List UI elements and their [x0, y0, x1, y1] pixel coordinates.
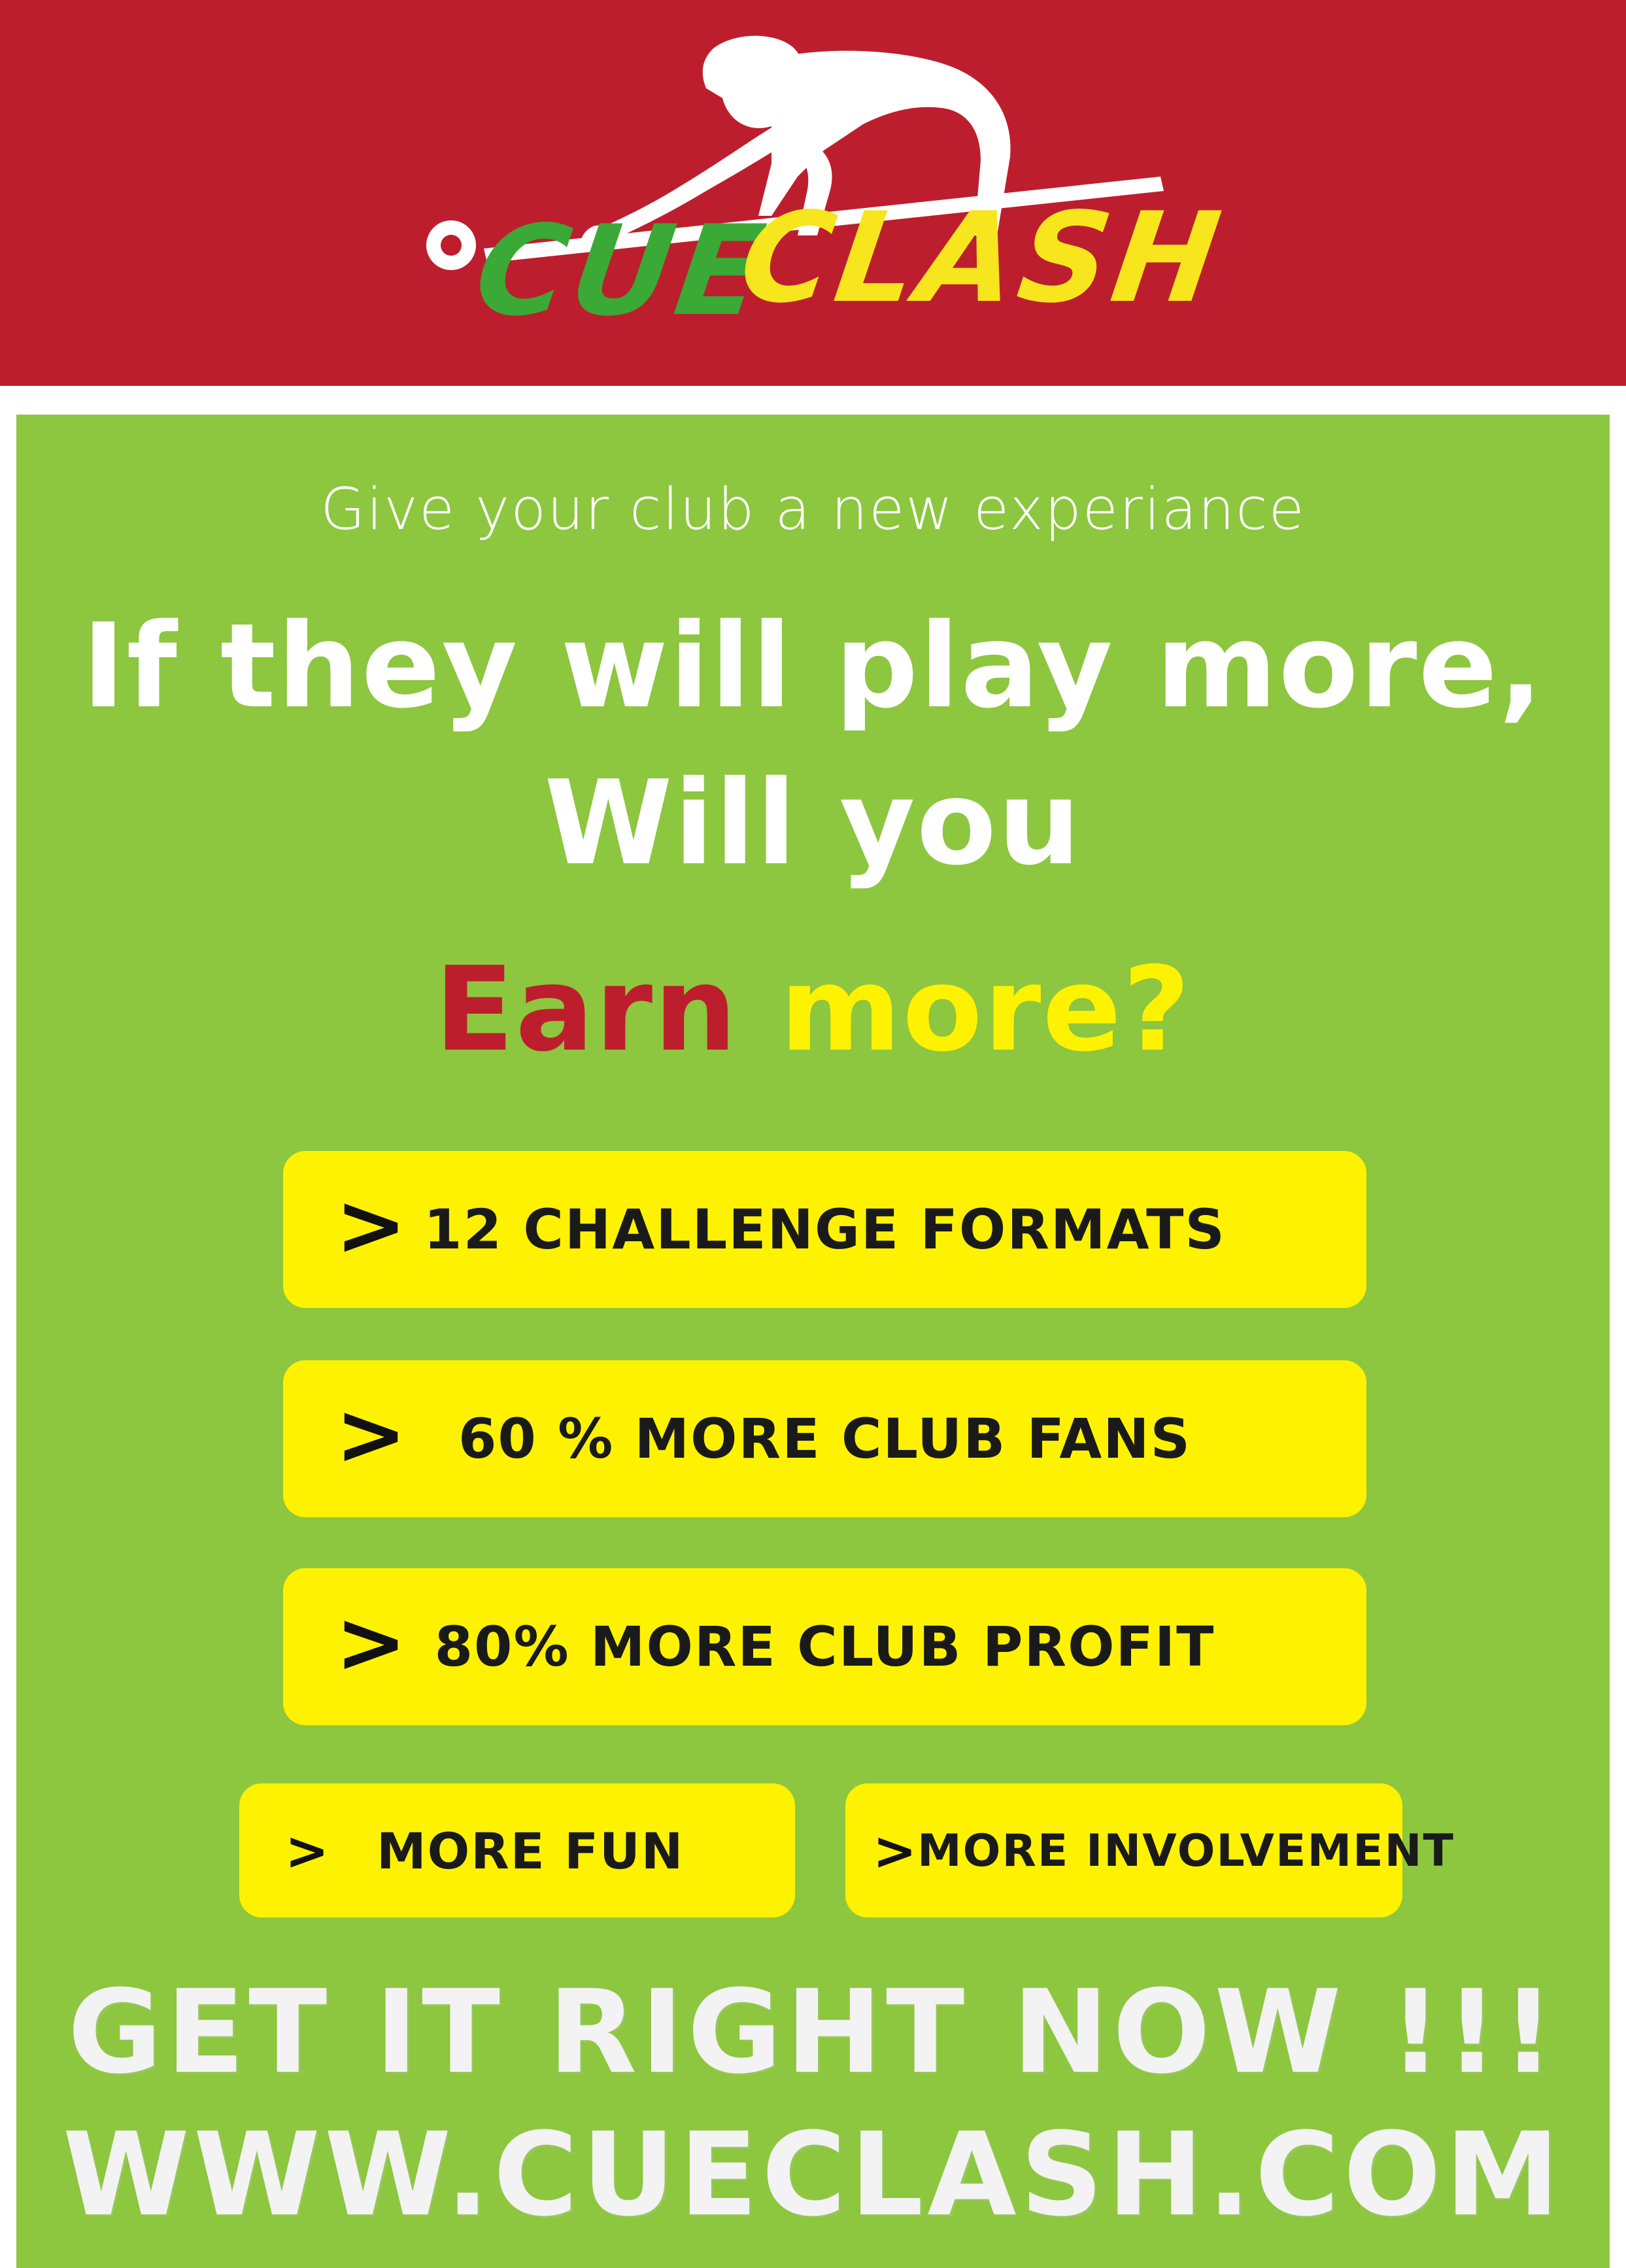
- feature-label: MORE FUN: [377, 1822, 685, 1880]
- chevron-right-icon: >: [873, 1821, 917, 1881]
- chevron-right-icon: >: [285, 1821, 330, 1881]
- feature-label: 12 CHALLENGE FORMATS: [424, 1197, 1226, 1262]
- website-link[interactable]: WWW.CUECLASH.COM: [0, 2118, 1626, 2233]
- feature-pill-more-involvement[interactable]: > MORE INVOLVEMENT: [845, 1783, 1453, 1917]
- headline-earn: Earn: [434, 942, 738, 1077]
- tagline: Give your club a new experiance: [320, 475, 1306, 543]
- feature-pill-more-fun[interactable]: > MORE FUN: [239, 1783, 795, 1917]
- headline-more: more?: [779, 942, 1192, 1077]
- feature-label: 60 % MORE CLUB FANS: [458, 1407, 1192, 1471]
- logo-word-clash: CLASH: [732, 186, 1232, 330]
- feature-pill-club-fans[interactable]: > 60 % MORE CLUB FANS: [283, 1360, 1366, 1517]
- feature-pill-club-profit[interactable]: > 80% MORE CLUB PROFIT: [283, 1568, 1366, 1725]
- feature-label: MORE INVOLVEMENT: [917, 1825, 1455, 1877]
- logo-word-cue: CUE: [467, 199, 777, 343]
- feature-pill-challenge-formats[interactable]: > 12 CHALLENGE FORMATS: [283, 1151, 1366, 1308]
- headline-line-1: If they will play more,: [82, 598, 1544, 734]
- cta-get-it-now: GET IT RIGHT NOW !!!: [67, 1965, 1559, 2099]
- feature-label: 80% MORE CLUB PROFIT: [434, 1615, 1215, 1679]
- headline-line-3: Earn more?: [0, 952, 1626, 1068]
- headline-line-2: Will you: [544, 755, 1082, 891]
